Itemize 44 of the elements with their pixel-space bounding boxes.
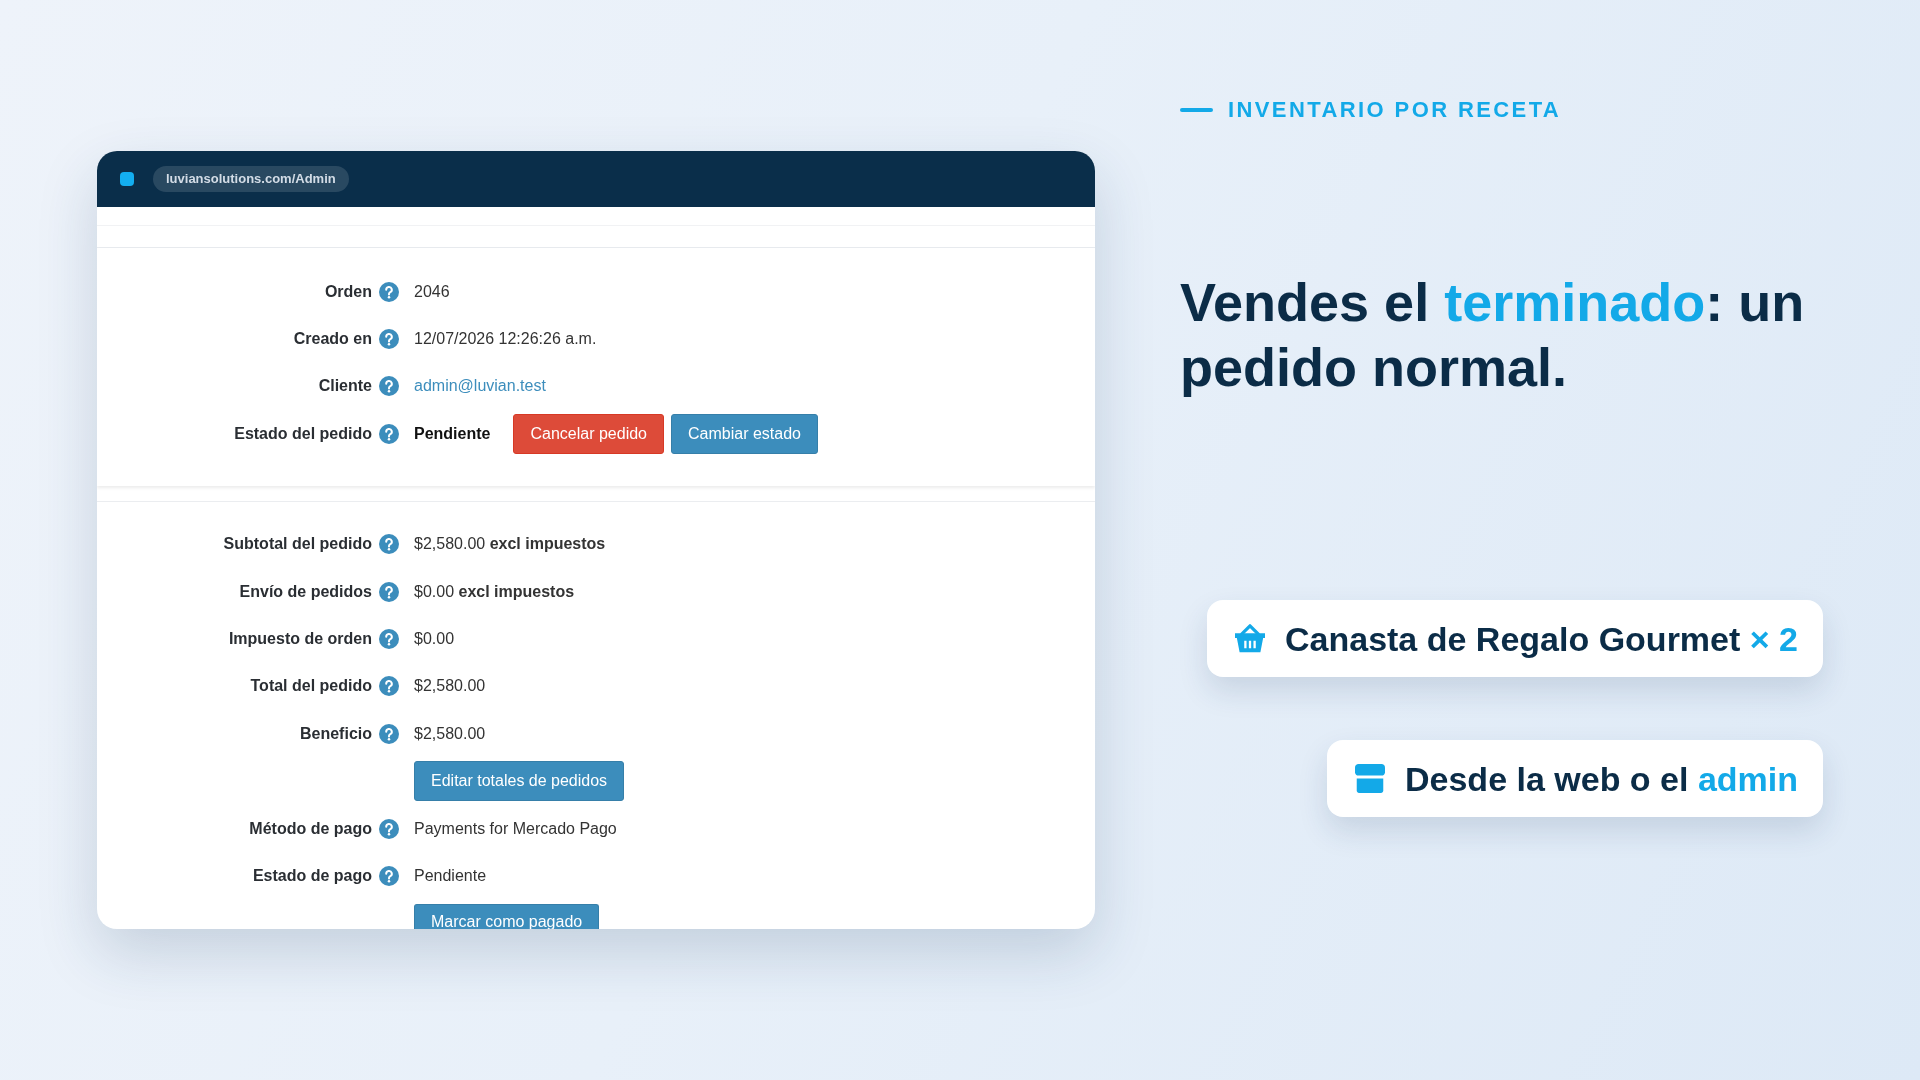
field-value: $2,580.00 [414, 724, 486, 743]
email-link[interactable]: admin@luvian.test [414, 377, 546, 396]
field-value: Pendiente [414, 867, 487, 885]
field-value: $0.00 [414, 630, 455, 649]
address-bar[interactable]: luviansolutions.com/Admin [153, 166, 349, 192]
action-button[interactable]: Editar totales de pedidos [414, 761, 625, 802]
field-label: Estado de pago [252, 867, 372, 884]
field-value: 12/07/2026 12:26:26 a.m. [414, 330, 597, 349]
field-label: Total del pedido [250, 677, 372, 695]
help-icon[interactable] [379, 629, 399, 650]
help-icon[interactable] [379, 534, 399, 555]
accent-dash [1180, 108, 1213, 112]
eyebrow-label: INVENTARIO POR RECETA [1228, 97, 1562, 123]
card-text: Desde la web o el admin [1405, 758, 1798, 799]
field-label: Subtotal del pedido [223, 535, 372, 553]
field-label: Orden [324, 282, 372, 300]
field-label: Impuesto de orden [228, 630, 372, 648]
basket-icon [1235, 624, 1265, 653]
help-icon[interactable] [379, 866, 399, 886]
headline: Vendes el terminado: un pedido normal. [1180, 271, 1806, 399]
field-label: Envío de pedidos [239, 582, 372, 600]
card-text: Canasta de Regalo Gourmet × 2 [1285, 618, 1798, 659]
help-icon[interactable] [379, 676, 399, 697]
field-value: $2,580.00 [414, 677, 486, 696]
field-label: Método de pago [249, 819, 372, 837]
store-icon [1355, 764, 1385, 793]
field-value: $0.00 excl impuestos [414, 582, 575, 601]
help-icon[interactable] [379, 423, 399, 444]
help-icon[interactable] [379, 376, 399, 397]
help-icon[interactable] [379, 723, 399, 744]
help-icon[interactable] [379, 581, 399, 602]
field-value: Payments for Mercado Pago [414, 819, 617, 838]
field-value: 2046 [414, 282, 450, 301]
field-value: $2,580.00 excl impuestos [414, 535, 606, 554]
action-button[interactable]: Cambiar estado [671, 413, 818, 454]
help-icon[interactable] [379, 818, 399, 839]
field-label: Beneficio [300, 724, 372, 742]
field-label: Creado en [293, 330, 372, 348]
action-button[interactable]: Cancelar pedido [513, 413, 664, 454]
help-icon[interactable] [379, 281, 399, 302]
status-value: Pendiente [414, 424, 491, 443]
help-icon[interactable] [379, 329, 399, 350]
field-label: Estado del pedido [234, 424, 372, 442]
field-label: Cliente [318, 377, 372, 395]
